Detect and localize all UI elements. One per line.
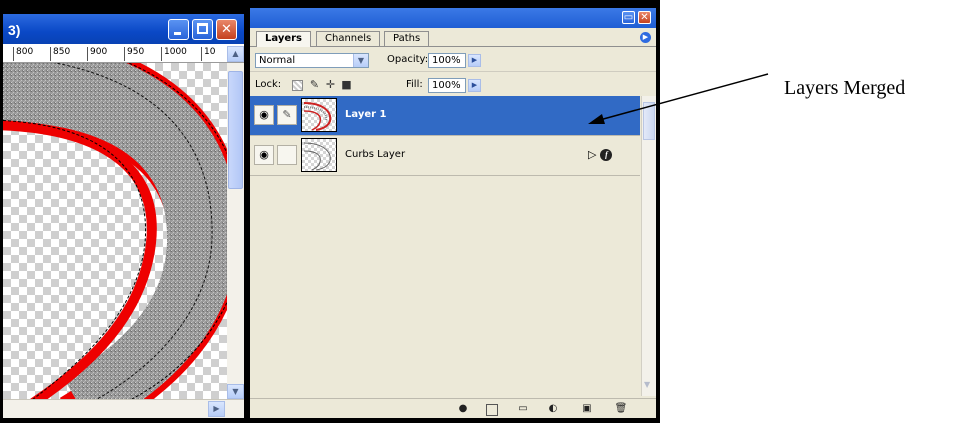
palette-menu-button[interactable]: ▶ [640,32,651,43]
layer-name: Layer 1 [345,109,387,120]
layer-thumbnail [301,98,337,132]
arrow-right-icon: ▶ [471,81,478,89]
adjustment-layer-icon[interactable]: ◐ [546,402,560,416]
lock-transparency-icon[interactable] [292,80,303,91]
palette-tabs: Layers Channels Paths ▶ [250,28,656,47]
tab-channels[interactable]: Channels [316,31,381,46]
layer-effects-indicator[interactable]: ▷ f [588,148,613,161]
layer-name: Curbs Layer [345,149,406,160]
scroll-right-button[interactable]: ▶ [208,401,225,417]
lock-label: Lock: [255,79,282,90]
palette-collapse-button[interactable]: ▭ [622,11,635,24]
chevron-down-icon[interactable]: ▼ [644,380,650,389]
layer-row-curbs[interactable]: ◉ Curbs Layer ▷ f [250,136,640,176]
blend-row: Normal ▼ Opacity: 100% ▶ [250,47,656,71]
fx-icon: f [600,149,613,161]
chevron-down-icon: ▼ [232,387,239,396]
ruler-tick: 10 [201,47,215,61]
horizontal-scrollbar[interactable]: ▶ [3,399,244,418]
scroll-down-button[interactable]: ▼ [227,384,244,399]
vertical-scrollbar[interactable]: ▼ [227,63,244,399]
close-icon: ✕ [640,12,649,23]
ruler-tick: 800 [13,47,33,61]
lock-move-icon[interactable]: ✛ [324,78,337,91]
blend-mode-select[interactable]: Normal ▼ [255,53,369,68]
new-group-icon[interactable]: ▭ [516,402,530,416]
layer-mask-icon[interactable] [486,404,498,416]
lock-all-icon[interactable]: ■ [340,78,353,91]
annotation-label: Layers Merged [784,77,906,99]
layer-style-icon[interactable]: ● [456,402,470,416]
brush-icon[interactable]: ✎ [277,105,297,125]
ruler-tick: 950 [124,47,144,61]
tab-paths[interactable]: Paths [384,31,430,46]
scroll-up-button[interactable]: ▲ [227,46,244,62]
new-layer-icon[interactable]: ▣ [580,402,594,416]
road-curve-artwork [3,63,227,399]
ruler-tick: 1000 [161,47,187,61]
opacity-arrow-button[interactable]: ▶ [468,54,481,67]
layers-list: ◉ ✎ Layer 1 ◉ Curbs Layer ▷ f [250,96,640,396]
chevron-right-icon: ▶ [213,404,220,413]
chevron-up-icon: ▲ [232,49,239,58]
opacity-input[interactable]: 100% [428,53,466,68]
scroll-thumb[interactable] [228,71,243,189]
tab-layers[interactable]: Layers [256,31,311,47]
layers-scrollbar[interactable]: ▼ [641,96,656,396]
collapse-icon: ▭ [623,12,634,23]
annotation-arrow [588,73,769,124]
palette-close-button[interactable]: ✕ [638,11,651,24]
blend-mode-value: Normal [259,55,296,66]
document-window: 3) ✕ 800 850 900 950 1000 10 ▼ ▲ ▶ [3,14,244,418]
layer-thumbnail [301,138,337,172]
arrow-right-icon: ▶ [642,33,649,41]
document-title-bar[interactable]: 3) ✕ [3,14,244,44]
palette-bottom-toolbar: ● ▭ ◐ ▣ 🗑 [250,398,656,418]
expand-triangle-icon: ▷ [588,148,597,161]
maximize-icon [197,23,208,34]
trash-icon[interactable]: 🗑 [614,402,628,416]
link-cell[interactable] [277,145,297,165]
lock-brush-icon[interactable]: ✎ [308,78,321,91]
eye-icon[interactable]: ◉ [254,145,274,165]
minimize-icon [174,32,181,35]
document-title: 3) [8,22,21,38]
ruler-tick: 900 [87,47,107,61]
close-icon: ✕ [221,22,232,37]
eye-icon[interactable]: ◉ [254,105,274,125]
fill-label: Fill: [406,79,423,90]
screenshot-frame: 3) ✕ 800 850 900 950 1000 10 ▼ ▲ ▶ ▭ ✕ L… [0,0,660,423]
fill-input[interactable]: 100% [428,78,466,93]
arrow-right-icon: ▶ [471,56,478,64]
image-canvas[interactable] [3,63,227,399]
palette-title-bar[interactable]: ▭ ✕ [250,8,656,28]
fill-arrow-button[interactable]: ▶ [468,79,481,92]
ruler-tick: 850 [50,47,70,61]
opacity-label: Opacity: [387,54,429,65]
chevron-down-icon: ▼ [353,54,368,67]
horizontal-ruler: 800 850 900 950 1000 10 [3,44,244,63]
close-button[interactable]: ✕ [216,19,237,40]
maximize-button[interactable] [192,19,213,40]
minimize-button[interactable] [168,19,189,40]
